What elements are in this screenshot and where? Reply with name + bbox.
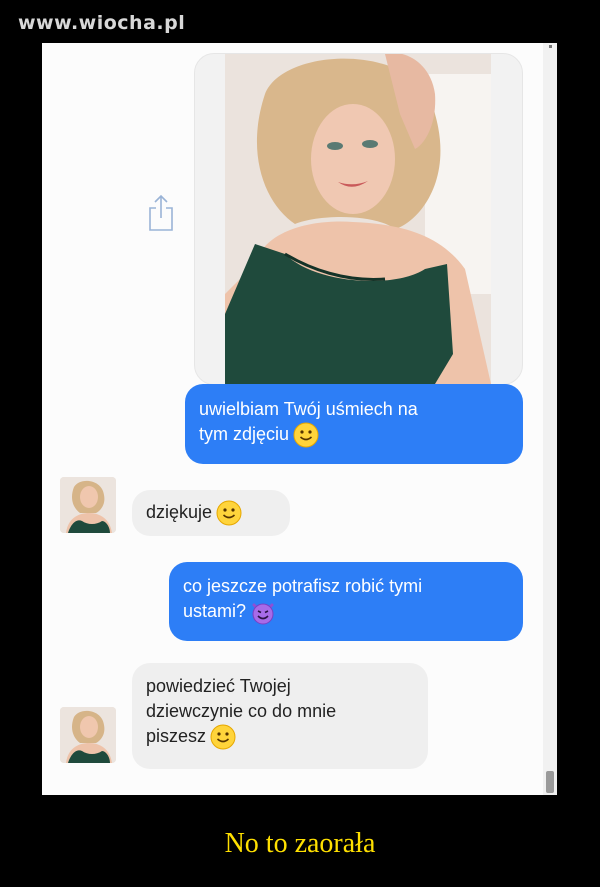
message-text-line: powiedzieć Twojej: [146, 676, 291, 696]
meme-caption: No to zaorała: [224, 828, 376, 859]
avatar[interactable]: [60, 707, 116, 763]
message-incoming-2[interactable]: powiedzieć Twojej dziewczynie co do mnie…: [132, 663, 428, 769]
scrollbar-top-marker: [549, 45, 552, 48]
message-incoming-1[interactable]: dziękuje: [132, 490, 290, 536]
avatar[interactable]: [60, 477, 116, 533]
site-watermark: www.wiocha.pl: [18, 12, 186, 34]
shared-photo: [225, 54, 491, 384]
message-text-line: dziękuje: [146, 502, 213, 522]
smile-emoji-icon: [293, 422, 319, 448]
share-icon[interactable]: [146, 194, 176, 232]
chat-screenshot: uwielbiam Twój uśmiech na tym zdjęciu dz…: [42, 43, 557, 795]
message-text-line: uwielbiam Twój uśmiech na: [199, 399, 418, 419]
message-text-line: tym zdjęciu: [199, 424, 290, 444]
smile-emoji-icon: [216, 500, 242, 526]
photo-illustration: [225, 54, 491, 384]
scrollbar-thumb[interactable]: [546, 771, 554, 793]
avatar-image: [60, 707, 116, 763]
devil-emoji-icon: [252, 603, 274, 625]
message-text-line: piszesz: [146, 726, 207, 746]
smile-emoji-icon: [210, 724, 236, 750]
message-text-line: dziewczynie co do mnie: [146, 701, 337, 721]
scrollbar[interactable]: [543, 43, 557, 795]
photo-message[interactable]: [194, 53, 523, 385]
message-text-line: co jeszcze potrafisz robić tymi: [183, 576, 423, 596]
message-outgoing-1[interactable]: uwielbiam Twój uśmiech na tym zdjęciu: [185, 384, 523, 464]
message-outgoing-2[interactable]: co jeszcze potrafisz robić tymi ustami?: [169, 562, 523, 641]
message-text-line: ustami?: [183, 601, 247, 621]
avatar-image: [60, 477, 116, 533]
